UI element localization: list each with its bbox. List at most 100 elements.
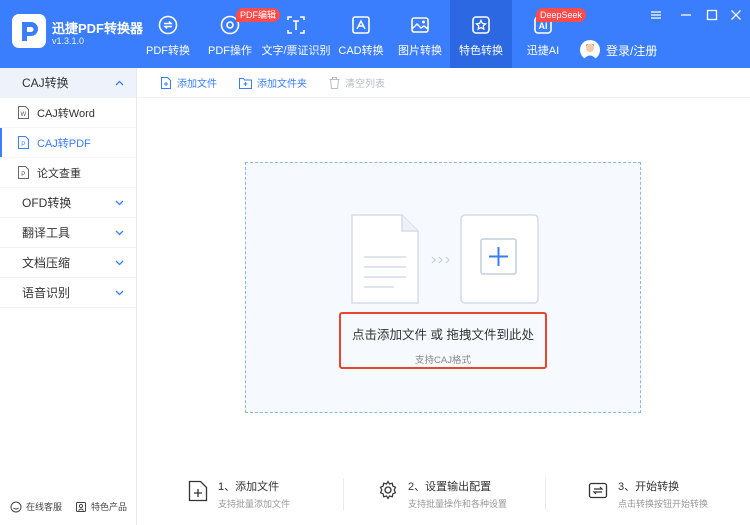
nav-text-ocr[interactable]: 文字/票证识别 <box>260 0 332 68</box>
svg-text:AI: AI <box>539 21 548 31</box>
menu-icon[interactable] <box>649 8 663 22</box>
clear-list-label: 清空列表 <box>345 79 385 90</box>
app-name: 迅捷PDF转换器 <box>52 21 144 36</box>
step-divider <box>545 478 546 510</box>
app-version: v1.3.1.0 <box>52 36 85 46</box>
featured-products-button[interactable]: 特色产品 <box>75 500 127 513</box>
add-target-icon <box>460 214 539 304</box>
sidebar-group-label: 翻译工具 <box>22 226 71 240</box>
nav-label: PDF操作 <box>208 45 252 57</box>
sidebar-item-label: 论文查重 <box>37 167 81 180</box>
deepseek-badge: DeepSeek <box>536 8 587 22</box>
steps-bar: 1、添加文件 支持批量添加文件 2、设置输出配置 支持批量操作和各种设置 3、开… <box>138 472 750 518</box>
add-file-button[interactable]: 添加文件 <box>160 75 217 90</box>
drop-hint-box[interactable]: 点击添加文件 或 拖拽文件到此处 支持CAJ格式 <box>339 312 547 369</box>
text-ocr-icon <box>287 16 305 34</box>
featured-products-label: 特色产品 <box>90 502 127 512</box>
svg-text:P: P <box>21 142 25 148</box>
sidebar-item-label: CAJ转PDF <box>37 137 91 150</box>
file-toolbar: 添加文件 添加文件夹 清空列表 <box>138 68 750 98</box>
nav-image[interactable]: 图片转换 <box>390 0 450 68</box>
close-icon[interactable] <box>729 8 743 22</box>
sidebar-group-label: 文档压缩 <box>22 256 71 270</box>
sidebar-group-label: 语音识别 <box>22 286 71 300</box>
nav-label: 特色转换 <box>459 45 503 57</box>
step-desc: 支持批量添加文件 <box>218 499 291 509</box>
add-folder-label: 添加文件夹 <box>257 79 307 90</box>
sidebar-item-paper-check[interactable]: P 论文查重 <box>0 158 136 188</box>
nav-pdf-operate[interactable]: PDF操作 PDF编辑 <box>200 0 281 68</box>
sidebar-group-ofd[interactable]: OFD转换 <box>0 188 136 218</box>
feature-icon <box>472 16 490 34</box>
chevron-down-icon <box>115 260 124 265</box>
step-settings: 2、设置输出配置 支持批量操作和各种设置 <box>378 478 507 510</box>
chevron-down-icon <box>115 230 124 235</box>
paper-check-icon: P <box>18 166 29 179</box>
nav-pdf-convert[interactable]: PDF转换 <box>136 0 200 68</box>
main-nav: PDF转换 PDF操作 PDF编辑 文字/票证识别 CAD转换 图片转换 特色转… <box>136 0 587 68</box>
sidebar-group-label: CAJ转换 <box>22 76 69 90</box>
svg-text:P: P <box>21 172 25 178</box>
word-doc-icon: W <box>18 106 29 119</box>
step-divider <box>343 478 344 510</box>
online-service-button[interactable]: 在线客服 <box>10 500 62 513</box>
sidebar-item-label: CAJ转Word <box>37 107 95 120</box>
add-folder-icon <box>239 77 252 89</box>
chevron-down-icon <box>115 290 124 295</box>
step-desc: 点击转换按钮开始转换 <box>618 499 709 509</box>
document-icon <box>351 214 419 304</box>
nav-label: 图片转换 <box>398 45 442 57</box>
nav-cad[interactable]: CAD转换 <box>332 0 390 68</box>
avatar <box>580 40 600 60</box>
convert-icon <box>588 482 608 499</box>
add-folder-button[interactable]: 添加文件夹 <box>239 75 307 90</box>
headset-icon <box>10 501 22 512</box>
nav-label: PDF转换 <box>146 45 190 57</box>
nav-label: 迅捷AI <box>526 45 560 57</box>
file-drop-zone[interactable]: 点击添加文件 或 拖拽文件到此处 支持CAJ格式 <box>245 162 641 413</box>
clear-list-button[interactable]: 清空列表 <box>329 75 385 90</box>
add-file-label: 添加文件 <box>177 79 217 90</box>
image-icon <box>411 17 429 33</box>
step-start: 3、开始转换 点击转换按钮开始转换 <box>588 478 708 510</box>
online-service-label: 在线客服 <box>26 502 63 512</box>
drop-hint-text: 点击添加文件 或 拖拽文件到此处 <box>352 328 534 342</box>
app-logo <box>12 14 46 48</box>
nav-label: CAD转换 <box>338 45 384 57</box>
products-icon <box>75 501 86 512</box>
minimize-icon[interactable] <box>679 8 693 22</box>
trash-icon <box>329 76 340 89</box>
sidebar-item-caj-word[interactable]: W CAJ转Word <box>0 98 136 128</box>
arrow-right-icon <box>431 256 450 264</box>
supported-format-text: 支持CAJ格式 <box>415 355 471 366</box>
maximize-icon[interactable] <box>705 8 719 22</box>
title-bar: 迅捷PDF转换器 v1.3.1.0 PDF转换 PDF操作 PDF编辑 文字/票… <box>0 0 750 68</box>
sidebar-group-translate[interactable]: 翻译工具 <box>0 218 136 248</box>
cad-icon <box>352 16 370 34</box>
add-document-icon <box>188 480 208 502</box>
step-title: 2、设置输出配置 <box>408 481 492 493</box>
sidebar-group-compress[interactable]: 文档压缩 <box>0 248 136 278</box>
sidebar-group-caj[interactable]: CAJ转换 <box>0 68 136 98</box>
step-title: 3、开始转换 <box>618 481 680 493</box>
nav-label: 文字/票证识别 <box>261 45 331 57</box>
nav-feature[interactable]: 特色转换 <box>450 0 512 68</box>
sidebar-item-caj-pdf[interactable]: P CAJ转PDF <box>0 128 136 158</box>
sidebar-group-speech[interactable]: 语音识别 <box>0 278 136 308</box>
svg-text:W: W <box>20 112 26 118</box>
sidebar-footer: 在线客服 特色产品 <box>0 500 137 513</box>
add-file-icon <box>161 76 171 89</box>
step-desc: 支持批量操作和各种设置 <box>408 499 508 509</box>
pdf-doc-icon: P <box>18 136 29 149</box>
pdf-convert-icon <box>158 15 178 35</box>
login-button[interactable]: 登录/注册 <box>580 40 657 60</box>
sidebar-group-label: OFD转换 <box>22 196 72 210</box>
gear-icon <box>379 480 397 500</box>
login-label: 登录/注册 <box>606 43 658 58</box>
nav-ai[interactable]: AI 迅捷AI DeepSeek <box>512 0 587 68</box>
chevron-down-icon <box>115 200 124 205</box>
drop-illustration <box>351 214 539 304</box>
sidebar: CAJ转换 W CAJ转Word P CAJ转PDF P 论文查重 OFD转换 … <box>0 68 137 525</box>
chevron-up-icon <box>115 80 124 85</box>
step-title: 1、添加文件 <box>218 481 280 493</box>
